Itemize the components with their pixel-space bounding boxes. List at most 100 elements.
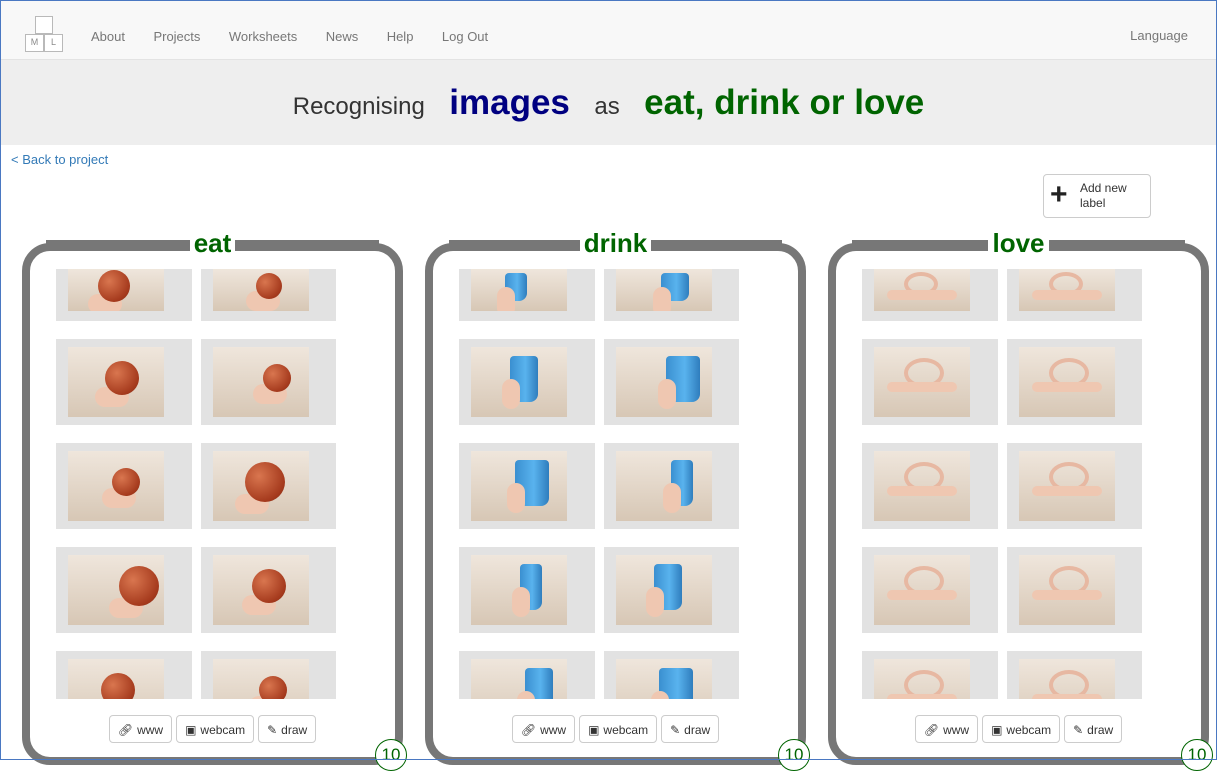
training-example-thumbnail[interactable] bbox=[604, 651, 739, 699]
apple-shape bbox=[119, 566, 159, 606]
project-type: images bbox=[449, 83, 570, 122]
add-draw-button[interactable]: ✎ draw bbox=[1064, 715, 1123, 743]
language-menu[interactable]: Language bbox=[1130, 28, 1188, 43]
training-example-thumbnail[interactable] bbox=[1007, 269, 1142, 321]
add-webcam-button[interactable]: ▣ webcam bbox=[579, 715, 658, 743]
example-photo bbox=[616, 347, 712, 417]
bucket-label-name[interactable]: eat bbox=[189, 228, 236, 258]
hand-shape bbox=[512, 587, 530, 617]
training-example-thumbnail[interactable] bbox=[862, 651, 998, 699]
nav-news[interactable]: News bbox=[326, 29, 359, 44]
add-new-label-button[interactable]: + Add new label bbox=[1043, 174, 1151, 218]
training-example-thumbnail[interactable] bbox=[604, 269, 739, 321]
example-photo bbox=[471, 555, 567, 625]
hand-shape bbox=[1032, 486, 1102, 496]
nav-about[interactable]: About bbox=[91, 29, 125, 44]
bucket-title-bar: drink bbox=[433, 227, 798, 261]
training-example-thumbnail[interactable] bbox=[459, 547, 595, 633]
bucket-title-bar: eat bbox=[30, 227, 395, 261]
training-example-thumbnail[interactable] bbox=[459, 651, 595, 699]
apple-shape bbox=[259, 676, 287, 699]
nav-worksheets[interactable]: Worksheets bbox=[229, 29, 297, 44]
bucket-label-name[interactable]: love bbox=[988, 228, 1049, 258]
example-photo bbox=[1019, 347, 1115, 417]
logo-letter-l: L bbox=[44, 34, 63, 52]
apple-shape bbox=[256, 273, 282, 299]
training-example-thumbnail[interactable] bbox=[201, 269, 336, 321]
pencil-icon: ✎ bbox=[1073, 723, 1084, 737]
training-example-thumbnail[interactable] bbox=[201, 651, 336, 699]
training-example-thumbnail[interactable] bbox=[201, 443, 336, 529]
example-count-badge: 10 bbox=[375, 739, 407, 771]
example-photo bbox=[1019, 451, 1115, 521]
training-example-thumbnail[interactable] bbox=[56, 339, 192, 425]
navbar: M L About Projects Worksheets News Help … bbox=[1, 1, 1216, 60]
training-example-thumbnail[interactable] bbox=[1007, 651, 1142, 699]
plus-icon: + bbox=[1050, 178, 1068, 211]
example-photo bbox=[616, 555, 712, 625]
training-example-thumbnail[interactable] bbox=[604, 339, 739, 425]
add-www-button[interactable]: 🔗︎ www bbox=[914, 715, 979, 743]
example-photo bbox=[68, 555, 164, 625]
hand-shape bbox=[663, 483, 681, 513]
training-example-thumbnail[interactable] bbox=[56, 269, 192, 321]
nav-projects[interactable]: Projects bbox=[153, 29, 200, 44]
title-as: as bbox=[594, 93, 620, 120]
training-example-thumbnail[interactable] bbox=[1007, 547, 1142, 633]
training-examples-list[interactable] bbox=[56, 269, 336, 699]
pencil-icon: ✎ bbox=[267, 723, 278, 737]
camera-icon: ▣ bbox=[991, 723, 1003, 737]
training-example-thumbnail[interactable] bbox=[56, 651, 192, 699]
example-photo bbox=[213, 659, 309, 699]
page-title: Recognising images as eat, drink or love bbox=[1, 60, 1216, 145]
nav-logout[interactable]: Log Out bbox=[442, 29, 488, 44]
link-icon: 🔗︎ bbox=[520, 723, 537, 737]
add-webcam-button[interactable]: ▣ webcam bbox=[176, 715, 255, 743]
training-example-thumbnail[interactable] bbox=[459, 269, 595, 321]
training-example-thumbnail[interactable] bbox=[604, 547, 739, 633]
tool-label: webcam bbox=[1006, 723, 1052, 737]
label-bucket-1: drink 🔗︎ www ▣ webcam ✎ draw 10 bbox=[425, 228, 810, 771]
bucket-label-name[interactable]: drink bbox=[579, 228, 652, 258]
training-example-thumbnail[interactable] bbox=[862, 443, 998, 529]
training-example-thumbnail[interactable] bbox=[201, 339, 336, 425]
add-draw-button[interactable]: ✎ draw bbox=[258, 715, 317, 743]
hand-shape bbox=[887, 382, 957, 392]
training-example-thumbnail[interactable] bbox=[201, 547, 336, 633]
training-example-thumbnail[interactable] bbox=[1007, 339, 1142, 425]
example-photo bbox=[471, 659, 567, 699]
training-example-thumbnail[interactable] bbox=[862, 547, 998, 633]
hand-shape bbox=[507, 483, 525, 513]
example-photo bbox=[213, 269, 309, 311]
training-examples-list[interactable] bbox=[459, 269, 739, 699]
add-webcam-button[interactable]: ▣ webcam bbox=[982, 715, 1061, 743]
training-examples-list[interactable] bbox=[862, 269, 1142, 699]
label-bucket-0: eat 🔗︎ www ▣ webcam ✎ draw 10 bbox=[22, 228, 407, 771]
example-count-badge: 10 bbox=[778, 739, 810, 771]
training-example-thumbnail[interactable] bbox=[459, 443, 595, 529]
training-example-thumbnail[interactable] bbox=[1007, 443, 1142, 529]
training-example-thumbnail[interactable] bbox=[56, 547, 192, 633]
add-draw-button[interactable]: ✎ draw bbox=[661, 715, 720, 743]
example-photo bbox=[68, 451, 164, 521]
training-example-thumbnail[interactable] bbox=[862, 339, 998, 425]
example-count-badge: 10 bbox=[1181, 739, 1213, 771]
tool-label: webcam bbox=[603, 723, 649, 737]
back-to-project-link[interactable]: < Back to project bbox=[11, 152, 108, 167]
hand-shape bbox=[653, 287, 671, 311]
example-photo bbox=[471, 269, 567, 311]
hand-shape bbox=[646, 587, 664, 617]
bucket-title-bar: love bbox=[836, 227, 1201, 261]
add-www-button[interactable]: 🔗︎ www bbox=[511, 715, 576, 743]
training-example-thumbnail[interactable] bbox=[862, 269, 998, 321]
project-labels: eat, drink or love bbox=[644, 83, 925, 122]
training-example-thumbnail[interactable] bbox=[56, 443, 192, 529]
apple-shape bbox=[98, 270, 130, 302]
apple-shape bbox=[105, 361, 139, 395]
example-photo bbox=[213, 347, 309, 417]
ml-logo[interactable]: M L bbox=[25, 16, 63, 58]
nav-help[interactable]: Help bbox=[387, 29, 414, 44]
training-example-thumbnail[interactable] bbox=[604, 443, 739, 529]
training-example-thumbnail[interactable] bbox=[459, 339, 595, 425]
add-www-button[interactable]: 🔗︎ www bbox=[108, 715, 173, 743]
